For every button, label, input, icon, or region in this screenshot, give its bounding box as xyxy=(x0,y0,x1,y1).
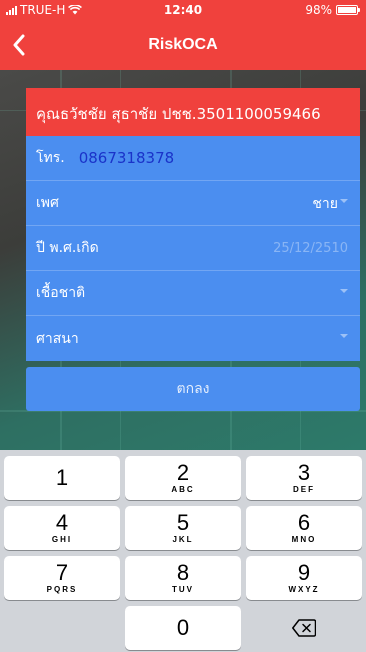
battery-percent: 98% xyxy=(305,3,332,17)
nationality-label: เชื้อชาติ xyxy=(36,285,86,301)
key-number: 6 xyxy=(297,510,311,535)
key-letters: TUV xyxy=(172,585,194,594)
birth-year-placeholder: 25/12/2510 xyxy=(273,241,348,256)
key-number: 0 xyxy=(176,615,190,640)
key-3[interactable]: 3 DEF xyxy=(246,456,362,500)
key-blank xyxy=(4,606,120,650)
battery-fill xyxy=(338,7,356,13)
gender-select[interactable]: ชาย xyxy=(312,181,348,226)
key-letters: JKL xyxy=(172,535,194,544)
form-body: โทร. 0867318378 เพศ ชาย ปี พ.ศ.เกิด 25/1… xyxy=(26,136,360,361)
key-2[interactable]: 2 ABC xyxy=(125,456,241,500)
status-bar: TRUE-H 12:40 98% xyxy=(0,0,366,20)
key-6[interactable]: 6 MNO xyxy=(246,506,362,550)
key-number: 4 xyxy=(55,510,69,535)
religion-row[interactable]: ศาสนา xyxy=(26,316,360,361)
delete-key[interactable] xyxy=(246,606,362,650)
birth-year-row[interactable]: ปี พ.ศ.เกิด 25/12/2510 xyxy=(26,226,360,271)
key-letters: ABC xyxy=(171,485,195,494)
key-number: 9 xyxy=(297,560,311,585)
phone-input[interactable]: 0867318378 xyxy=(79,149,174,167)
phone-label: โทร. xyxy=(36,150,65,166)
key-number: 3 xyxy=(297,460,311,485)
key-0[interactable]: 0 xyxy=(125,606,241,650)
nationality-row[interactable]: เชื้อชาติ xyxy=(26,271,360,316)
ok-button[interactable]: ตกลง xyxy=(26,367,360,411)
status-right: 98% xyxy=(305,3,360,17)
religion-label: ศาสนา xyxy=(36,330,79,347)
key-number: 2 xyxy=(176,460,190,485)
key-9[interactable]: 9 WXYZ xyxy=(246,556,362,600)
chevron-down-icon xyxy=(340,333,348,338)
key-8[interactable]: 8 TUV xyxy=(125,556,241,600)
phone-row[interactable]: โทร. 0867318378 xyxy=(26,136,360,181)
key-number: 8 xyxy=(176,560,190,585)
chevron-down-icon xyxy=(340,288,348,293)
page-title: RiskOCA xyxy=(148,36,218,53)
key-4[interactable]: 4 GHI xyxy=(4,506,120,550)
key-letters: MNO xyxy=(291,535,317,544)
nav-bar: RiskOCA xyxy=(0,20,366,70)
key-1[interactable]: 1 xyxy=(4,456,120,500)
key-number: 7 xyxy=(55,560,69,585)
battery-icon xyxy=(336,5,360,15)
patient-name-header: คุณธวัชชัย สุธาชัย ปชช.3501100059466 xyxy=(26,88,360,136)
numeric-keypad: 1 2 ABC 3 DEF 4 GHI 5 JKL 6 MNO 7 PQRS 8… xyxy=(0,450,366,652)
birth-year-input[interactable]: 25/12/2510 xyxy=(273,226,348,271)
backspace-icon xyxy=(292,619,316,637)
chevron-down-icon xyxy=(340,198,348,203)
nationality-select[interactable] xyxy=(338,271,348,316)
gender-label: เพศ xyxy=(36,195,59,211)
religion-select[interactable] xyxy=(338,316,348,361)
gender-row[interactable]: เพศ ชาย xyxy=(26,181,360,226)
key-letters: PQRS xyxy=(46,585,78,594)
gender-value: ชาย xyxy=(312,195,338,212)
patient-form: คุณธวัชชัย สุธาชัย ปชช.3501100059466 โทร… xyxy=(26,88,360,361)
key-letters: WXYZ xyxy=(288,585,320,594)
key-letters: GHI xyxy=(51,535,73,544)
key-letters: DEF xyxy=(293,485,315,494)
key-5[interactable]: 5 JKL xyxy=(125,506,241,550)
key-number: 1 xyxy=(55,465,69,490)
key-number: 5 xyxy=(176,510,190,535)
birth-year-label: ปี พ.ศ.เกิด xyxy=(36,240,99,256)
key-7[interactable]: 7 PQRS xyxy=(4,556,120,600)
